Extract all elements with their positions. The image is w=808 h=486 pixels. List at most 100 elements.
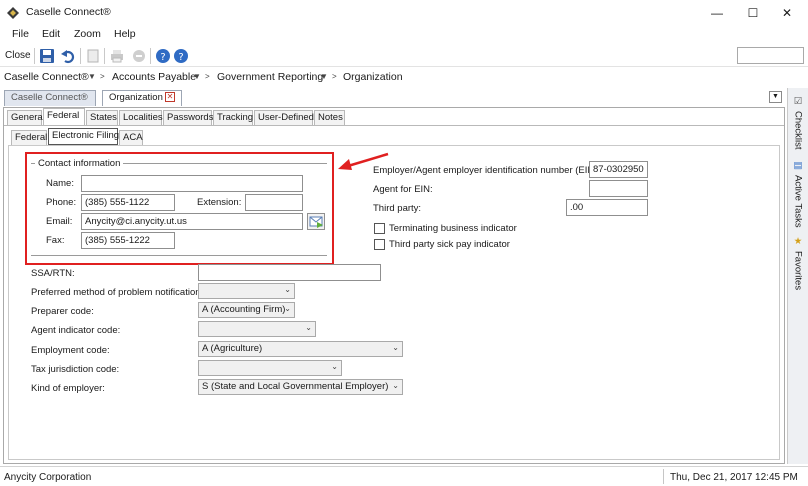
help-icon[interactable]: ? [155,48,171,64]
tab-list-dropdown-icon[interactable]: ▼ [769,91,782,103]
status-organization: Anycity Corporation [4,472,92,483]
breadcrumb-item: Organization [343,71,403,83]
email-label: Email: [46,216,73,227]
breadcrumb-item[interactable]: Accounts Payable [112,71,196,83]
tab-states[interactable]: States [86,110,118,125]
employment-code-value: A (Agriculture) [202,343,263,354]
toolbar-separator [150,48,151,64]
employment-code-select[interactable]: A (Agriculture) ⌄ [198,341,403,357]
agent-ein-input[interactable] [589,180,648,197]
side-tab-favorites[interactable]: ★ Favorites [789,233,807,293]
print-icon[interactable] [109,48,125,64]
new-document-icon[interactable] [85,48,101,64]
side-tab-checklist[interactable]: ☑ Checklist [789,93,807,153]
subtab-electronic-filing[interactable]: Electronic Filing [48,128,119,145]
third-party-input[interactable]: .00 [566,199,648,216]
phone-input[interactable]: (385) 555-1122 [81,194,175,211]
send-email-icon[interactable] [307,213,325,230]
menu-help[interactable]: Help [114,28,136,40]
document-tabs: Caselle Connect® Organization ✕ [0,88,785,107]
tab-passwords[interactable]: Passwords [163,110,213,125]
tab-tracking[interactable]: Tracking [213,110,253,125]
fax-label: Fax: [46,235,65,246]
extension-input[interactable] [245,194,303,211]
toolbar-search-input[interactable] [737,47,804,64]
preparer-code-label: Preparer code: [31,306,94,317]
undo-icon[interactable] [60,48,76,64]
side-tab-active-tasks-label: Active Tasks [792,175,804,228]
context-help-icon[interactable]: ? [173,48,189,64]
breadcrumb-separator-icon: > [100,72,105,81]
side-tab-favorites-label: Favorites [792,251,804,291]
menu-zoom[interactable]: Zoom [74,28,101,40]
kind-of-employer-value: S (State and Local Governmental Employer… [202,381,389,392]
status-divider [663,469,664,484]
breadcrumb-dropdown-icon[interactable]: ▼ [193,72,201,81]
terminating-business-checkbox[interactable] [374,223,385,234]
third-party-sick-pay-label: Third party sick pay indicator [389,239,510,250]
chevron-down-icon: ⌄ [284,304,291,313]
side-tab-active-tasks[interactable]: ▤ Active Tasks [789,157,807,229]
toolbar-separator [80,48,81,64]
tasks-icon: ▤ [792,160,804,171]
breadcrumb-dropdown-icon[interactable]: ▼ [320,72,328,81]
star-icon: ★ [792,236,804,247]
kind-of-employer-label: Kind of employer: [31,383,105,394]
status-datetime: Thu, Dec 21, 2017 12:45 PM [670,472,798,483]
close-tab-icon[interactable]: ✕ [165,92,175,102]
email-input[interactable]: Anycity@ci.anycity.ut.us [81,213,303,230]
agent-indicator-label: Agent indicator code: [31,325,121,336]
close-window-button[interactable]: ✕ [764,0,808,25]
status-bar: Anycity Corporation Thu, Dec 21, 2017 12… [0,466,808,486]
tab-federal[interactable]: Federal [43,108,85,125]
doc-tab-caselle-connect[interactable]: Caselle Connect® [4,90,96,106]
tax-jurisdiction-select[interactable]: ⌄ [198,360,342,376]
chevron-down-icon: ⌄ [392,381,399,390]
svg-text:?: ? [160,52,165,63]
ssa-rtn-input[interactable] [198,264,381,281]
breadcrumb-item[interactable]: Government Reporting [217,71,323,83]
name-input[interactable] [81,175,303,192]
menu-file[interactable]: File [12,28,29,40]
ein-label: Employer/Agent employer identification n… [373,165,601,176]
tab-notes[interactable]: Notes [314,110,345,125]
title-bar: Caselle Connect® — ☐ ✕ [0,0,808,25]
disabled-action-icon[interactable] [131,48,147,64]
agent-ein-label: Agent for EIN: [373,184,433,195]
save-icon[interactable] [39,48,55,64]
side-tab-checklist-label: Checklist [792,111,804,150]
employment-code-label: Employment code: [31,345,110,356]
ssa-rtn-label: SSA/RTN: [31,268,75,279]
agent-indicator-select[interactable]: ⌄ [198,321,316,337]
kind-of-employer-select[interactable]: S (State and Local Governmental Employer… [198,379,403,395]
name-label: Name: [46,178,74,189]
tax-jurisdiction-label: Tax jurisdiction code: [31,364,120,375]
ein-input[interactable]: 87-0302950 [589,161,648,178]
tab-localities[interactable]: Localities [119,110,163,125]
pref-notification-label: Preferred method of problem notification… [31,287,204,298]
pref-notification-select[interactable]: ⌄ [198,283,295,299]
chevron-down-icon: ⌄ [305,323,312,332]
fax-input[interactable]: (385) 555-1222 [81,232,175,249]
app-logo-icon [7,7,19,19]
third-party-sick-pay-checkbox[interactable] [374,239,385,250]
subtab-federal[interactable]: Federal [11,130,47,145]
preparer-code-select[interactable]: A (Accounting Firm) ⌄ [198,302,295,318]
chevron-down-icon: ⌄ [392,343,399,352]
checklist-icon: ☑ [792,96,804,107]
breadcrumb-dropdown-icon[interactable]: ▼ [88,72,96,81]
chevron-down-icon: ⌄ [284,285,291,294]
subtab-aca[interactable]: ACA [119,130,143,145]
third-party-label: Third party: [373,203,422,214]
svg-text:?: ? [178,52,183,63]
breadcrumb-separator-icon: > [205,72,210,81]
tab-general[interactable]: General [7,110,45,125]
close-button[interactable]: Close [5,50,31,61]
menu-bar: File Edit Zoom Help [0,25,808,45]
breadcrumb-item[interactable]: Caselle Connect® [4,71,89,83]
tab-user-defined[interactable]: User-Defined [254,110,314,125]
chevron-down-icon: ⌄ [331,362,338,371]
window-title: Caselle Connect® [26,6,111,18]
terminating-business-label: Terminating business indicator [389,223,517,234]
menu-edit[interactable]: Edit [42,28,60,40]
